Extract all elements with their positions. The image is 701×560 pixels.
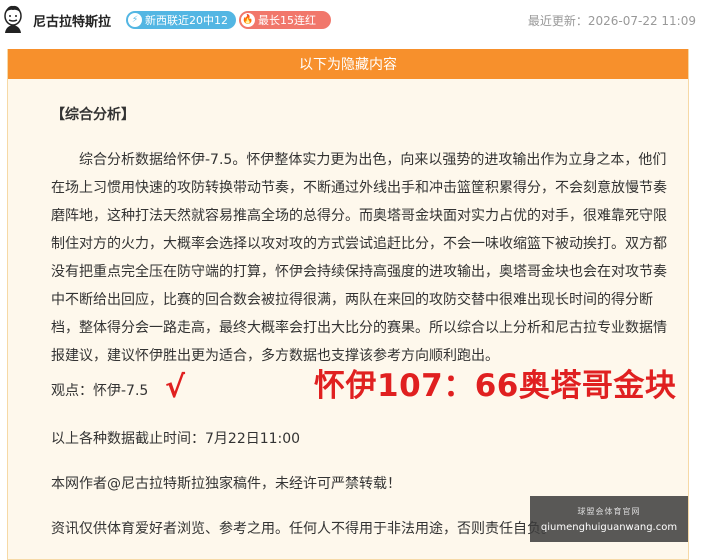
author-name[interactable]: 尼古拉特斯拉 (33, 11, 111, 30)
flame-icon: 🔥 (241, 13, 255, 27)
copyright-notice: 本网作者@尼古拉特斯拉独家稿件，未经许可严禁转载！ (51, 476, 401, 492)
winning-badge-label: 最长15连红 (258, 14, 316, 27)
streak-badge: ⚡ 新西联近20中12 (126, 11, 236, 29)
watermark-site-name: 球盟会体育官网 (577, 506, 641, 516)
data-cutoff-line: 以上各种数据截止时间：7月22日11:00 (51, 431, 301, 447)
last-updated: 最近更新：2026-07-22 11:09 (527, 14, 696, 28)
bolt-icon: ⚡ (128, 13, 142, 27)
analysis-text: 综合分析数据给怀伊-7.5。怀伊整体实力更为出色，向来以强势的进攻输出作为立身之… (51, 152, 667, 364)
view-line: 观点：怀伊-7.5 (51, 383, 149, 399)
hidden-content-title: 以下为隐藏内容 (299, 57, 397, 73)
hidden-content-bar: 以下为隐藏内容 (8, 49, 688, 79)
analysis-paragraph: 综合分析数据给怀伊-7.5。怀伊整体实力更为出色，向来以强势的进攻输出作为立身之… (51, 146, 676, 370)
streak-badge-label: 新西联近20中12 (145, 14, 228, 27)
check-mark-icon: √ (165, 370, 186, 405)
watermark-url: qiumenghuiguanwang.com (540, 521, 678, 533)
site-watermark: 球盟会体育官网 qiumenghuiguanwang.com (530, 496, 688, 542)
section-title: 【综合分析】 (51, 107, 135, 123)
winning-badge: 🔥 最长15连红 (239, 11, 331, 29)
article-header: 尼古拉特斯拉 ⚡ 新西联近20中12 🔥 最长15连红 最近更新：2026-07… (0, 0, 701, 40)
author-avatar[interactable] (2, 5, 24, 33)
disclaimer-notice: 资讯仅供体育爱好者浏览、参考之用。任何人不得用于非法用途，否则责任自负。 (51, 521, 555, 537)
match-result: 怀伊107：66奥塔哥金块 (314, 368, 677, 404)
